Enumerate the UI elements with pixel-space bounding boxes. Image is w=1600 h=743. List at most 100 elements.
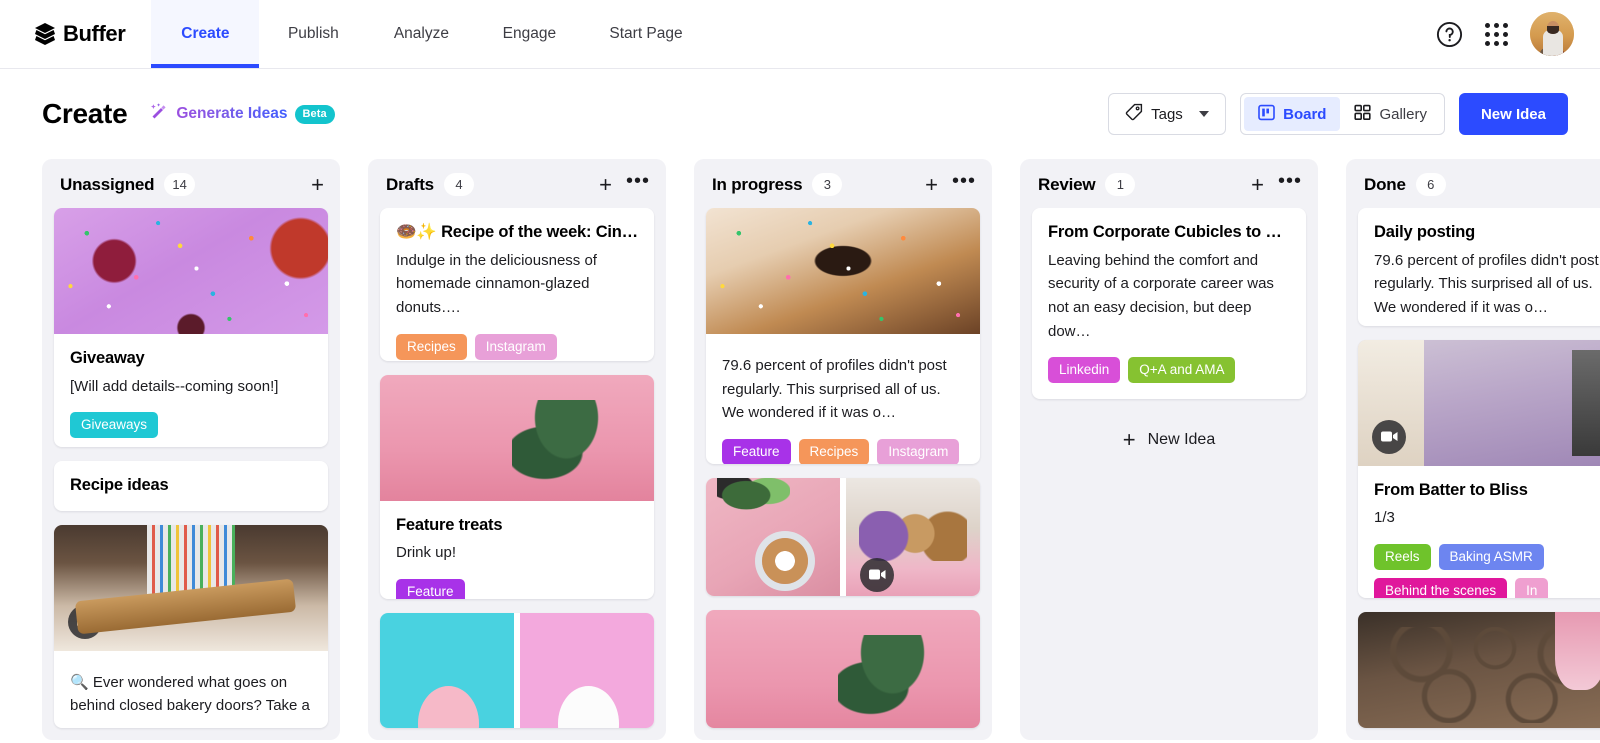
nav-tab-publish[interactable]: Publish: [259, 0, 367, 68]
tag-recipes[interactable]: Recipes: [798, 439, 870, 464]
column-count-badge: 1: [1105, 173, 1136, 196]
board-card[interactable]: Giveaway [Will add details--coming soon!…: [54, 208, 328, 448]
board-card[interactable]: [1358, 611, 1600, 728]
card-title: Daily posting: [1374, 223, 1475, 241]
tag-icon: [1125, 103, 1143, 125]
card-text: Drink up!: [396, 544, 457, 562]
column-title: Done: [1364, 174, 1406, 194]
tag-feature[interactable]: Feature: [722, 439, 791, 464]
tag-giveaways[interactable]: Giveaways: [70, 412, 159, 439]
card-text: 1/3: [1374, 509, 1395, 527]
toolbar-right-controls: Tags Board Gallery New Idea: [1108, 93, 1568, 135]
card-title: Feature treats: [396, 515, 503, 534]
donuts-on-color-blocks-image: [380, 613, 654, 728]
bakery-rolling-pin-image: [54, 524, 328, 651]
board-card[interactable]: From Corporate Cubicles to Co… Leaving b…: [1032, 208, 1306, 400]
beta-badge: Beta: [294, 104, 335, 124]
board-card[interactable]: Recipe ideas: [54, 461, 328, 511]
board-view-button[interactable]: Board: [1244, 97, 1341, 131]
column-count-badge: 3: [812, 173, 843, 196]
add-card-icon[interactable]: +: [311, 173, 324, 196]
column-cards: Giveaway [Will add details--coming soon!…: [42, 208, 340, 740]
card-title: Giveaway: [70, 349, 145, 367]
pink-block-donut-image: [520, 613, 654, 728]
tag-in[interactable]: In: [1515, 577, 1549, 598]
column-header: Review 1 + •••: [1020, 159, 1318, 208]
board-card[interactable]: [706, 477, 980, 596]
nav-tab-start-page[interactable]: Start Page: [583, 0, 708, 68]
generate-ideas-button[interactable]: Generate Ideas Beta: [149, 102, 335, 127]
gallery-view-label: Gallery: [1379, 105, 1427, 123]
baking-mixer-video-image: [1358, 339, 1600, 466]
tags-filter-button[interactable]: Tags: [1108, 93, 1227, 135]
tag-feature[interactable]: Feature: [396, 579, 465, 600]
card-text: Indulge in the deliciousness of homemade…: [396, 251, 597, 316]
nav-tab-analyze[interactable]: Analyze: [367, 0, 475, 68]
pink-desk-coffee-image: [706, 477, 840, 596]
add-card-icon[interactable]: +: [925, 173, 938, 196]
cyan-block-donut-image: [380, 613, 514, 728]
column-menu-icon[interactable]: •••: [626, 171, 650, 193]
card-text: [Will add details--coming soon!]: [70, 377, 279, 395]
card-text: Leaving behind the comfort and security …: [1048, 251, 1274, 340]
page-toolbar: Create Generate Ideas Beta Tags Board Ga…: [0, 69, 1600, 159]
add-card-icon[interactable]: +: [599, 173, 612, 196]
view-mode-switch: Board Gallery: [1240, 93, 1445, 135]
board-card[interactable]: [706, 609, 980, 728]
nav-tab-create[interactable]: Create: [151, 0, 260, 68]
video-badge-icon: [1372, 419, 1406, 454]
column-header: Done 6: [1346, 159, 1600, 208]
column-menu-icon[interactable]: •••: [952, 171, 976, 193]
column-menu-icon[interactable]: •••: [1278, 171, 1302, 193]
tag-recipes[interactable]: Recipes: [396, 333, 467, 360]
card-text: 79.6 percent of profiles didn't post reg…: [722, 357, 947, 422]
buffer-logo-icon: [34, 22, 56, 46]
column-title: Review: [1038, 174, 1096, 194]
card-tags: Giveaways: [70, 412, 312, 439]
board-card[interactable]: 79.6 percent of profiles didn't post reg…: [706, 208, 980, 464]
board-card[interactable]: 🍩✨ Recipe of the week: Cin… Indulge in t…: [380, 208, 654, 361]
card-tags: Reels Baking ASMR Behind the scenes In: [1374, 543, 1600, 598]
tag-instagram[interactable]: Instagram: [474, 333, 557, 360]
column-cards: 79.6 percent of profiles didn't post reg…: [694, 208, 992, 740]
column-count-badge: 6: [1415, 173, 1446, 196]
nav-tab-engage[interactable]: Engage: [475, 0, 583, 68]
new-idea-button[interactable]: New Idea: [1458, 93, 1568, 135]
board-card[interactable]: From Batter to Bliss 1/3 Reels Baking AS…: [1358, 339, 1600, 598]
tag-qa-and-ama[interactable]: Q+A and AMA: [1128, 357, 1236, 384]
board-card[interactable]: [380, 613, 654, 728]
column-header: Drafts 4 + •••: [368, 159, 666, 208]
column-new-idea-button[interactable]: + New Idea: [1032, 413, 1306, 461]
add-card-icon[interactable]: +: [1251, 173, 1264, 196]
tag-baking-asmr[interactable]: Baking ASMR: [1438, 543, 1544, 570]
apps-grid-icon[interactable]: [1485, 22, 1508, 46]
generate-ideas-label: Generate Ideas: [176, 105, 288, 122]
card-text: 🔍 Ever wondered what goes on behind clos…: [70, 673, 310, 715]
tag-behind-the-scenes[interactable]: Behind the scenes: [1374, 577, 1508, 598]
card-tags: Feature: [396, 579, 638, 600]
gallery-view-button[interactable]: Gallery: [1340, 97, 1441, 131]
page-title: Create: [42, 98, 128, 129]
brand-name: Buffer: [63, 21, 126, 46]
board-card[interactable]: Feature treats Drink up! Feature: [380, 374, 654, 600]
board-card[interactable]: 🔍 Ever wondered what goes on behind clos…: [54, 524, 328, 728]
column-title: In progress: [712, 174, 803, 194]
tag-linkedin[interactable]: Linkedin: [1048, 357, 1121, 384]
card-title: From Batter to Bliss: [1374, 480, 1528, 499]
help-circle-icon[interactable]: [1436, 21, 1463, 48]
column-header: Unassigned 14 +: [42, 159, 340, 208]
board-column-review: Review 1 + ••• From Corporate Cubicles t…: [1020, 159, 1318, 740]
macaron-piping-image: [1358, 611, 1600, 728]
card-text: 79.6 percent of profiles didn't post reg…: [1374, 251, 1599, 316]
avatar[interactable]: [1530, 12, 1574, 56]
column-count-badge: 14: [164, 173, 195, 196]
column-cards: From Corporate Cubicles to Co… Leaving b…: [1020, 208, 1318, 473]
tag-instagram[interactable]: Instagram: [877, 439, 960, 464]
column-cards: Daily posting 79.6 percent of profiles d…: [1346, 208, 1600, 740]
tag-reels[interactable]: Reels: [1374, 543, 1431, 570]
gallery-view-icon: [1354, 104, 1372, 125]
board-view-label: Board: [1283, 105, 1327, 123]
buffer-logo[interactable]: Buffer: [0, 0, 151, 68]
board-card[interactable]: Daily posting 79.6 percent of profiles d…: [1358, 208, 1600, 326]
kanban-board: Unassigned 14 + Giveaway [Will add detai…: [0, 159, 1600, 743]
